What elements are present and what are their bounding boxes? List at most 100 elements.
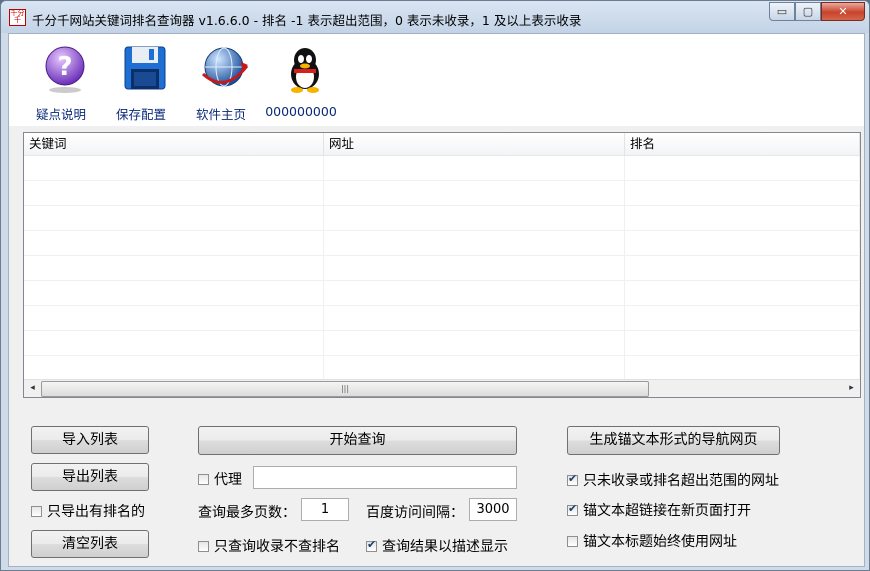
checkbox-box bbox=[198, 540, 209, 552]
column-header-rank[interactable]: 排名 bbox=[625, 133, 860, 155]
table-cell bbox=[625, 306, 860, 330]
table-row[interactable] bbox=[24, 206, 860, 231]
table-row[interactable] bbox=[24, 306, 860, 331]
table-cell bbox=[324, 331, 625, 355]
table-cell bbox=[625, 256, 860, 280]
interval-label: 百度访问间隔： bbox=[366, 505, 464, 521]
only-unindexed-checkbox[interactable]: ✔ 只未收录或排名超出范围的网址 bbox=[567, 470, 779, 490]
table-cell bbox=[24, 231, 324, 255]
scroll-left-icon[interactable]: ◂ bbox=[24, 380, 41, 397]
table-row[interactable] bbox=[24, 156, 860, 181]
check-icon: ✔ bbox=[568, 501, 578, 515]
toolbar-label: 疑点说明 bbox=[35, 107, 86, 122]
toolbar: ? 疑点说明 保存配置 软件主页 000000000 bbox=[9, 34, 864, 126]
table-cell bbox=[324, 231, 625, 255]
open-new-page-checkbox[interactable]: ✔ 锚文本超链接在新页面打开 bbox=[567, 500, 751, 520]
table-cell bbox=[324, 256, 625, 280]
maximize-button[interactable]: ▢ bbox=[795, 2, 821, 21]
close-button[interactable]: ✕ bbox=[821, 2, 865, 21]
table-cell bbox=[24, 181, 324, 205]
proxy-checkbox[interactable]: 代理 bbox=[198, 469, 242, 489]
floppy-disk-icon bbox=[124, 46, 166, 90]
toolbar-help-button[interactable]: ? 疑点说明 bbox=[16, 40, 106, 124]
checkbox-label: 只导出有排名的 bbox=[47, 504, 145, 520]
checkbox-label: 只未收录或排名超出范围的网址 bbox=[583, 473, 779, 489]
results-table[interactable]: 关键词 网址 排名 ◂ ||| ▸ bbox=[23, 132, 861, 398]
table-cell bbox=[625, 156, 860, 180]
proxy-input[interactable] bbox=[253, 466, 517, 489]
qq-penguin-icon bbox=[291, 48, 319, 93]
desc-display-checkbox[interactable]: ✔ 查询结果以描述显示 bbox=[366, 536, 508, 556]
checkbox-box: ✔ bbox=[366, 537, 377, 552]
toolbar-label: 软件主页 bbox=[195, 107, 246, 122]
check-icon: ✔ bbox=[568, 471, 578, 485]
checkbox-label: 只查询收录不查排名 bbox=[214, 539, 340, 555]
table-header: 关键词 网址 排名 bbox=[24, 133, 860, 156]
table-cell bbox=[24, 306, 324, 330]
toolbar-save-button[interactable]: 保存配置 bbox=[96, 40, 186, 124]
checkbox-box bbox=[198, 473, 209, 485]
checkbox-label: 代理 bbox=[214, 472, 242, 488]
maximize-icon: ▢ bbox=[802, 5, 814, 18]
start-query-button[interactable]: 开始查询 bbox=[198, 426, 517, 455]
checkbox-box: ✔ bbox=[567, 501, 578, 516]
scroll-right-icon[interactable]: ▸ bbox=[843, 380, 860, 397]
title-bar[interactable]: 千分千 千分千网站关键词排名查询器 v1.6.6.0 - 排名 -1 表示超出范… bbox=[1, 1, 869, 33]
checkbox-box: ✔ bbox=[567, 471, 578, 486]
table-cell bbox=[324, 356, 625, 380]
table-row[interactable] bbox=[24, 256, 860, 281]
table-row[interactable] bbox=[24, 331, 860, 356]
table-cell bbox=[625, 331, 860, 355]
import-list-button[interactable]: 导入列表 bbox=[31, 426, 149, 454]
toolbar-label: 保存配置 bbox=[115, 107, 166, 122]
svg-text:?: ? bbox=[57, 52, 72, 82]
table-cell bbox=[324, 181, 625, 205]
toolbar-homepage-button[interactable]: 软件主页 bbox=[176, 40, 266, 124]
table-cell bbox=[24, 156, 324, 180]
scroll-thumb[interactable]: ||| bbox=[41, 381, 649, 397]
table-body bbox=[24, 156, 860, 381]
generate-nav-page-button[interactable]: 生成锚文本形式的导航网页 bbox=[567, 426, 780, 455]
check-icon: ✔ bbox=[367, 537, 377, 551]
toolbar-label: 000000000 bbox=[265, 104, 337, 119]
client-area: ? 疑点说明 保存配置 软件主页 000000000 关键词 网址 排名 ◂ |… bbox=[8, 33, 865, 567]
table-cell bbox=[24, 256, 324, 280]
table-row[interactable] bbox=[24, 181, 860, 206]
minimize-icon: ▭ bbox=[776, 5, 788, 18]
table-row[interactable] bbox=[24, 356, 860, 381]
help-icon: ? bbox=[45, 46, 85, 93]
minimize-button[interactable]: ▭ bbox=[769, 2, 795, 21]
max-pages-input[interactable]: 1 bbox=[301, 498, 349, 521]
table-cell bbox=[324, 281, 625, 305]
title-use-url-checkbox[interactable]: 锚文本标题始终使用网址 bbox=[567, 531, 737, 551]
close-icon: ✕ bbox=[838, 5, 848, 18]
export-ranked-only-checkbox[interactable]: 只导出有排名的 bbox=[31, 501, 145, 521]
app-logo-icon: 千分千 bbox=[9, 9, 26, 26]
toolbar-qq-button[interactable]: 000000000 bbox=[256, 40, 346, 124]
checkbox-box bbox=[31, 505, 42, 517]
horizontal-scrollbar[interactable]: ◂ ||| ▸ bbox=[24, 379, 860, 397]
interval-input[interactable]: 3000 bbox=[469, 498, 517, 521]
checkbox-label: 锚文本超链接在新页面打开 bbox=[583, 503, 751, 519]
table-cell bbox=[625, 231, 860, 255]
table-cell bbox=[24, 331, 324, 355]
column-header-url[interactable]: 网址 bbox=[324, 133, 625, 155]
main-window: 千分千 千分千网站关键词排名查询器 v1.6.6.0 - 排名 -1 表示超出范… bbox=[0, 0, 870, 571]
window-controls: ▭ ▢ ✕ bbox=[769, 2, 865, 22]
table-row[interactable] bbox=[24, 281, 860, 306]
table-cell bbox=[24, 206, 324, 230]
table-cell bbox=[324, 306, 625, 330]
export-list-button[interactable]: 导出列表 bbox=[31, 463, 149, 491]
only-indexed-checkbox[interactable]: 只查询收录不查排名 bbox=[198, 536, 340, 556]
table-cell bbox=[625, 356, 860, 380]
max-pages-label: 查询最多页数： bbox=[198, 505, 296, 521]
table-cell bbox=[324, 206, 625, 230]
table-cell bbox=[24, 281, 324, 305]
checkbox-label: 查询结果以描述显示 bbox=[382, 539, 508, 555]
column-header-keyword[interactable]: 关键词 bbox=[24, 133, 324, 155]
table-row[interactable] bbox=[24, 231, 860, 256]
clear-list-button[interactable]: 清空列表 bbox=[31, 530, 149, 558]
table-cell bbox=[24, 356, 324, 380]
table-cell bbox=[324, 156, 625, 180]
table-cell bbox=[625, 206, 860, 230]
